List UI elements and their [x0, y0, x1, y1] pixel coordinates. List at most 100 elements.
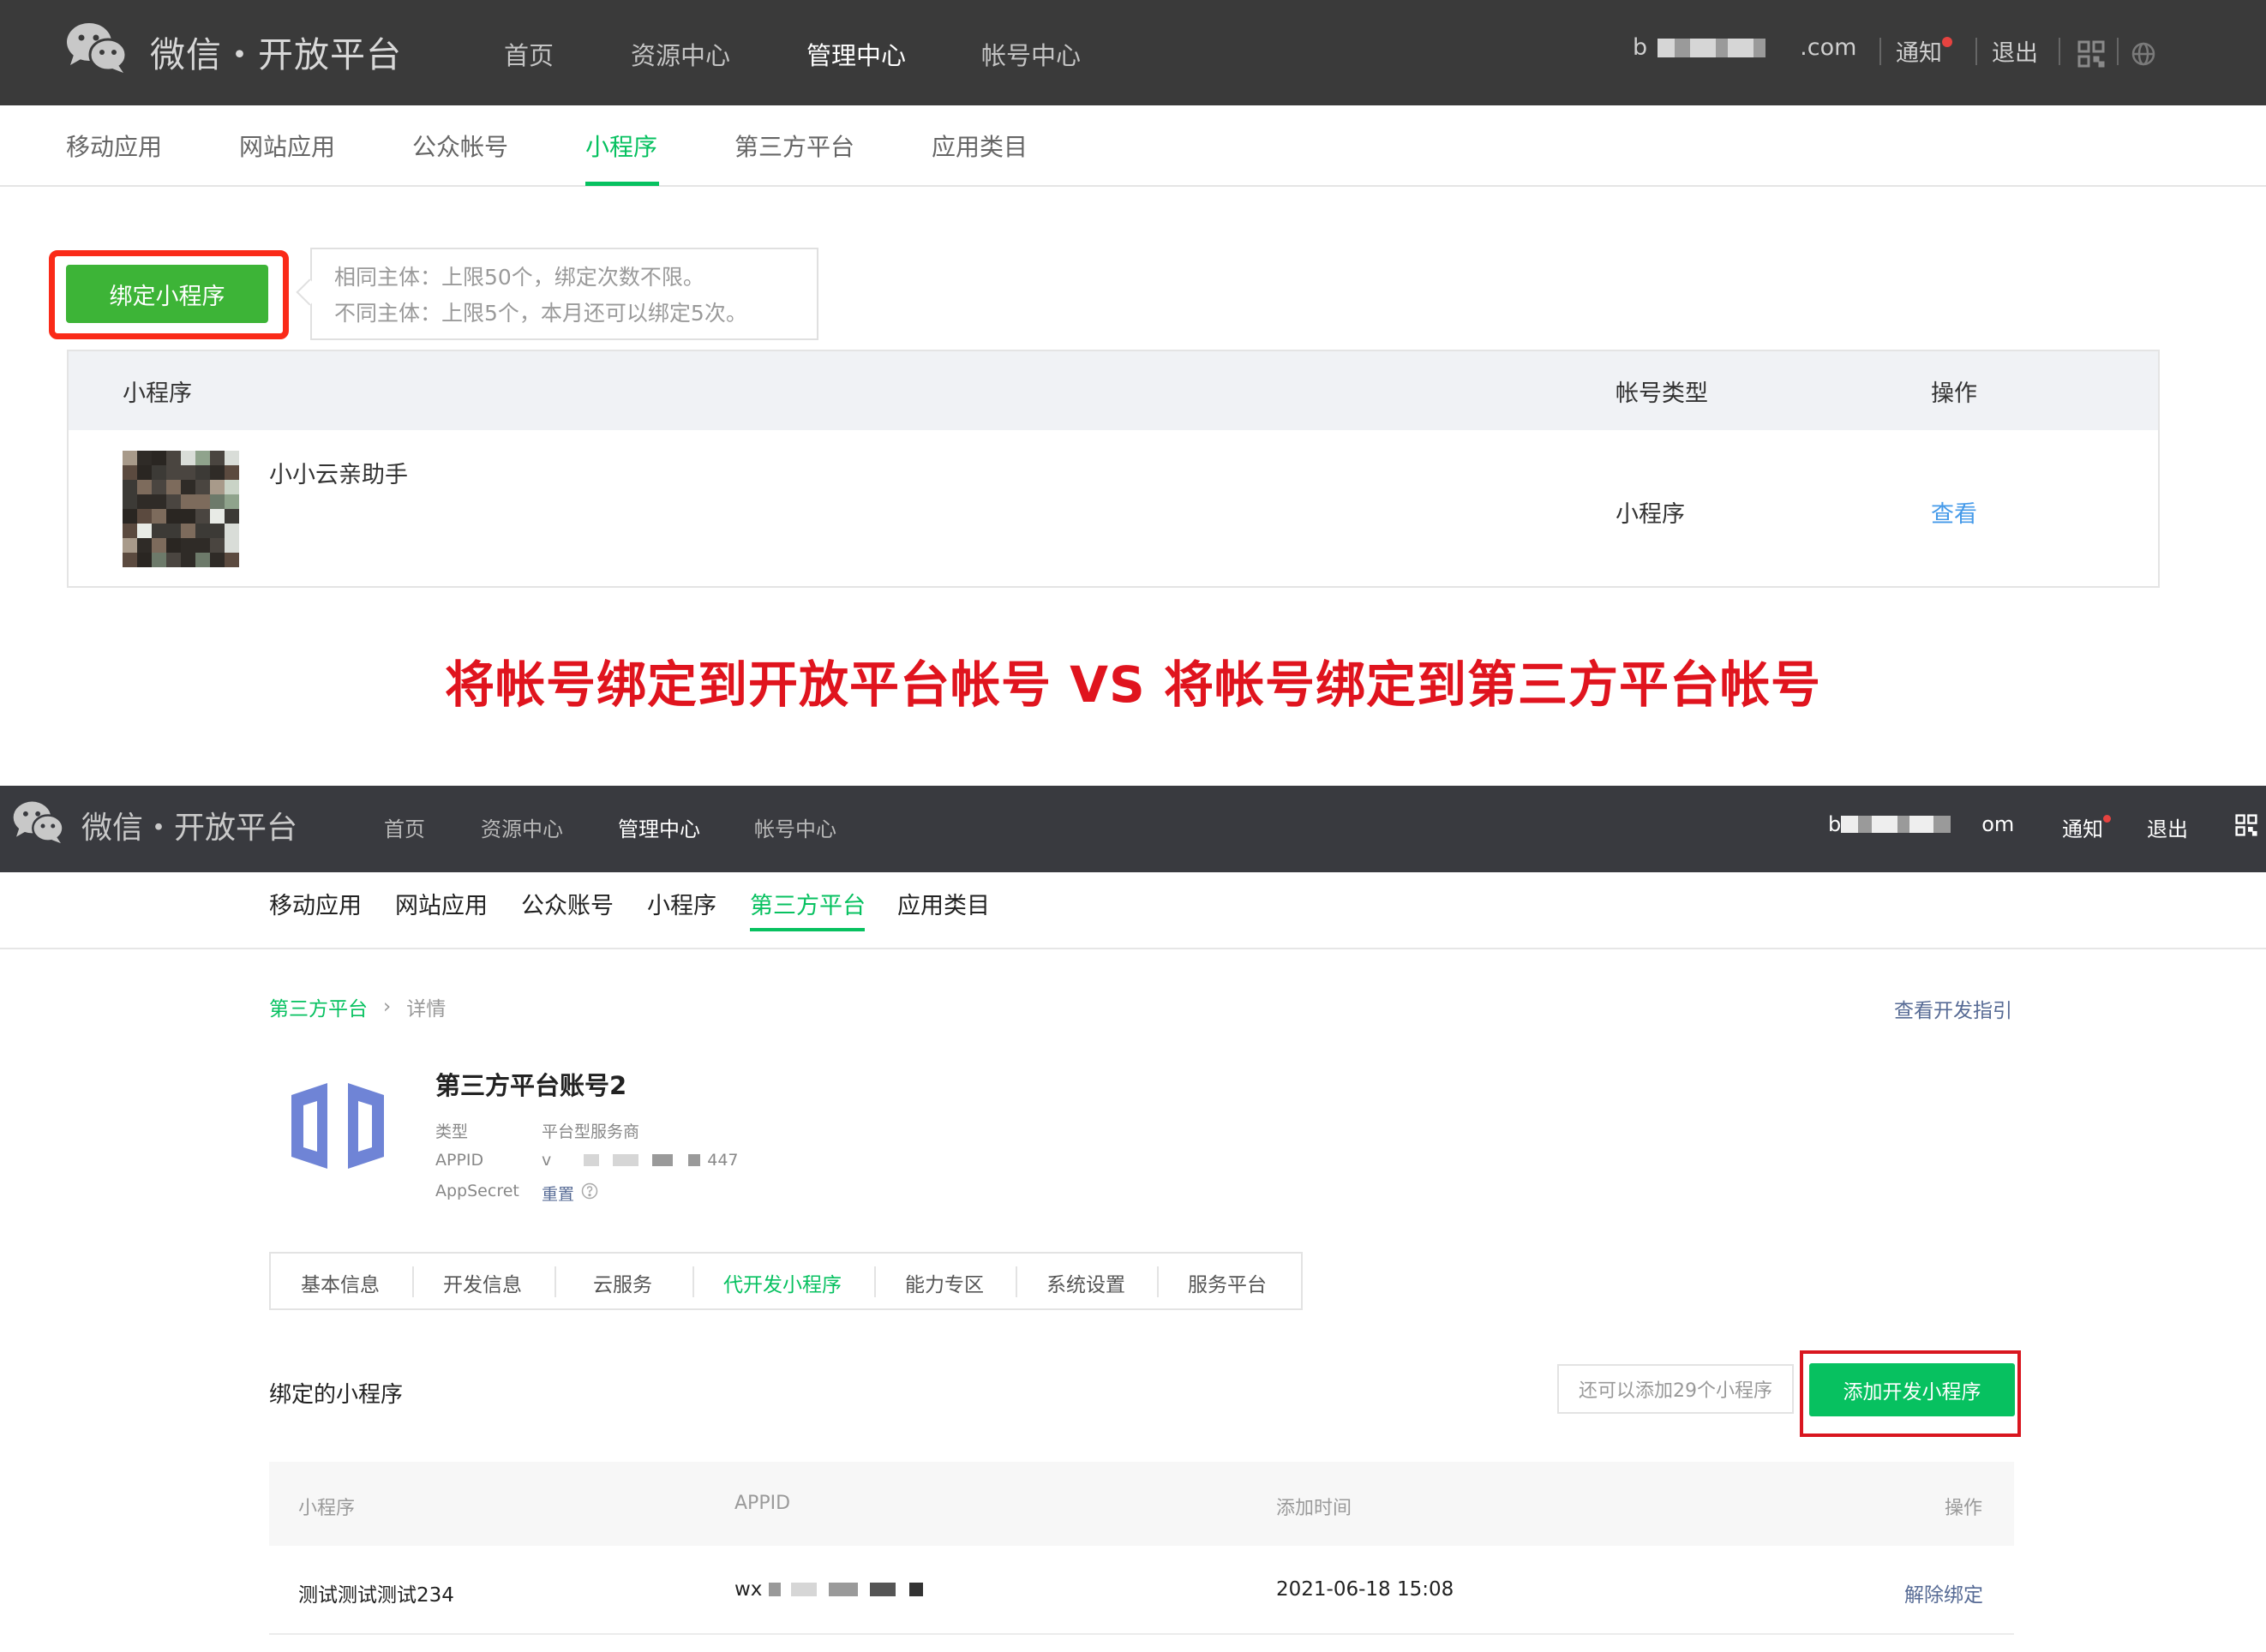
avatar — [123, 451, 239, 567]
subnav-app-categories[interactable]: 应用类目 — [932, 129, 1028, 163]
subnav-third-party[interactable]: 第三方平台 — [734, 129, 854, 163]
logout-link[interactable]: 退出 — [1992, 34, 2038, 68]
avatar-pixel — [166, 465, 181, 480]
avatar-pixel — [225, 553, 239, 567]
bind-mini-program-button[interactable]: 绑定小程序 — [66, 265, 268, 323]
account-email[interactable]: b om — [1828, 812, 2014, 836]
column-header-added-time: 添加时间 — [1276, 1498, 1352, 1519]
subnav-web-apps[interactable]: 网站应用 — [239, 129, 335, 163]
avatar-pixel — [210, 538, 225, 553]
tab-divider — [555, 1266, 556, 1297]
avatar-pixel — [181, 524, 195, 538]
platform-name: 第三方平台账号2 — [435, 1071, 627, 1100]
notify-link[interactable]: 通知 — [2062, 812, 2111, 842]
breadcrumb-current: 详情 — [406, 998, 447, 1021]
subnav-mini-programs[interactable]: 小程序 — [585, 129, 657, 163]
avatar-pixel — [166, 524, 181, 538]
meta-secret-value: 重置 — [542, 1182, 598, 1205]
avatar-pixel — [137, 480, 152, 494]
column-header-account-type: 帐号类型 — [1616, 380, 1708, 407]
tab-divider — [874, 1266, 876, 1297]
avatar-pixel — [137, 553, 152, 567]
divider — [1879, 38, 1881, 65]
redaction-mask — [1728, 38, 1754, 57]
help-icon[interactable] — [581, 1182, 598, 1204]
redaction-mask — [1675, 38, 1691, 57]
globe-icon[interactable] — [2131, 42, 2155, 69]
qrcode-icon[interactable] — [2235, 814, 2257, 840]
nav-home[interactable]: 首页 — [384, 812, 425, 842]
avatar-pixel — [195, 465, 210, 480]
appid-prefix: v — [542, 1151, 552, 1170]
tab-capabilities[interactable]: 能力专区 — [905, 1268, 984, 1297]
bind-limit-tip: 相同主体：上限50个，绑定次数不限。 不同主体：上限5个，本月还可以绑定5次。 — [310, 248, 818, 340]
nav-management[interactable]: 管理中心 — [806, 36, 906, 72]
view-link[interactable]: 查看 — [1931, 495, 1977, 529]
avatar-pixel — [152, 494, 166, 509]
notify-link[interactable]: 通知 — [1896, 34, 1952, 68]
redaction-mask — [1716, 38, 1729, 57]
tab-service-platform[interactable]: 服务平台 — [1188, 1268, 1267, 1297]
tab-divider — [412, 1266, 414, 1297]
redaction-mask — [1658, 38, 1676, 57]
avatar-pixel — [195, 524, 210, 538]
redaction-mask — [1841, 816, 1859, 833]
nav-home[interactable]: 首页 — [504, 36, 554, 72]
subnav-app-categories[interactable]: 应用类目 — [897, 887, 990, 920]
nav-management[interactable]: 管理中心 — [618, 812, 700, 842]
subnav-web-apps[interactable]: 网站应用 — [395, 887, 488, 920]
avatar-pixel — [210, 524, 225, 538]
avatar-pixel — [166, 538, 181, 553]
add-dev-mini-program-button[interactable]: 添加开发小程序 — [1809, 1363, 2015, 1416]
nav-resources[interactable]: 资源中心 — [631, 36, 730, 72]
tab-divider — [1157, 1266, 1159, 1297]
nav-account[interactable]: 帐号中心 — [981, 36, 1081, 72]
avatar-pixel — [137, 524, 152, 538]
subnav-official-accounts[interactable]: 公众账号 — [521, 887, 614, 920]
avatar-pixel — [166, 509, 181, 524]
subnav-official-accounts[interactable]: 公众帐号 — [412, 129, 508, 163]
subnav-mobile-apps[interactable]: 移动应用 — [269, 887, 362, 920]
avatar-pixel — [152, 451, 166, 465]
account-type-value: 小程序 — [1616, 501, 1685, 528]
redaction-mask — [584, 1154, 600, 1166]
tab-dev-info[interactable]: 开发信息 — [443, 1268, 522, 1297]
wechat-logo-icon — [65, 21, 129, 77]
breadcrumb-link[interactable]: 第三方平台 — [269, 992, 368, 1021]
account-suffix: om — [1981, 812, 2015, 836]
subnav-third-party[interactable]: 第三方平台 — [750, 887, 866, 920]
active-tab-indicator — [750, 928, 865, 931]
avatar-pixel — [210, 509, 225, 524]
nav-account[interactable]: 帐号中心 — [754, 812, 836, 842]
redaction-mask — [1858, 816, 1873, 833]
bound-mini-program-appid: wx — [734, 1578, 924, 1601]
subnav-mini-programs[interactable]: 小程序 — [647, 887, 716, 920]
avatar-pixel — [181, 451, 195, 465]
avatar-pixel — [166, 451, 181, 465]
account-email[interactable]: b .com — [1633, 34, 1856, 61]
breadcrumb: 第三方平台 › 详情 — [269, 992, 446, 1021]
redaction-mask — [1897, 816, 1910, 833]
qrcode-icon[interactable] — [2077, 40, 2105, 71]
reset-secret-link[interactable]: 重置 — [542, 1182, 574, 1205]
meta-appid-value: v 447 — [542, 1151, 739, 1170]
avatar-pixel — [210, 553, 225, 567]
avatar-pixel — [195, 509, 210, 524]
dev-guide-link[interactable]: 查看开发指引 — [1894, 994, 2012, 1023]
avatar-pixel — [181, 480, 195, 494]
logout-link[interactable]: 退出 — [2147, 812, 2188, 842]
avatar-pixel — [137, 538, 152, 553]
subnav-mobile-apps[interactable]: 移动应用 — [66, 129, 162, 163]
nav-resources[interactable]: 资源中心 — [481, 812, 563, 842]
tab-cloud-services[interactable]: 云服务 — [593, 1268, 652, 1297]
tab-proxy-dev-mini-programs[interactable]: 代开发小程序 — [723, 1268, 842, 1297]
meta-secret-label: AppSecret — [435, 1182, 519, 1200]
unbind-link[interactable]: 解除绑定 — [1904, 1578, 1983, 1607]
avatar-pixel — [123, 509, 137, 524]
tab-system-settings[interactable]: 系统设置 — [1046, 1268, 1125, 1297]
column-header-mini-program: 小程序 — [298, 1498, 356, 1519]
avatar-pixel — [152, 480, 166, 494]
avatar-pixel — [152, 465, 166, 480]
tab-basic-info[interactable]: 基本信息 — [301, 1268, 380, 1297]
avatar-pixel — [225, 538, 239, 553]
